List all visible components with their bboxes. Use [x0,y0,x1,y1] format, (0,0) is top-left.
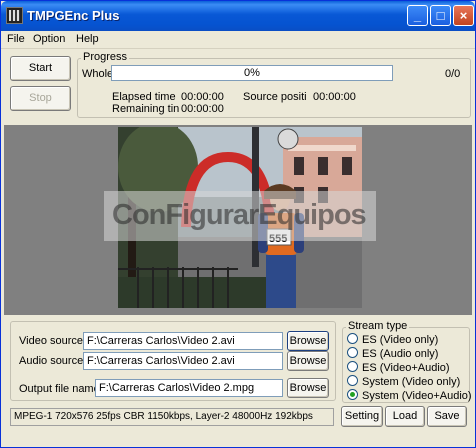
stream-type-label: Stream type [346,320,410,332]
whole-label: Whole [82,68,114,80]
elapsed-time-value: 00:00:00 [181,91,224,103]
progress-count: 0/0 [445,68,461,80]
menu-option[interactable]: Option [33,33,65,45]
audio-source-field[interactable]: F:\Carreras Carlos\Video 2.avi [83,352,283,370]
source-position-label: Source positi [243,91,307,103]
radio-circle [347,375,358,386]
radio-circle [347,347,358,358]
browse-audio-button[interactable]: Browse [287,351,329,371]
whole-progress-bar: 0% [111,65,393,81]
radio-label: ES (Video+Audio) [362,362,450,374]
minimize-button[interactable]: _ [407,5,428,26]
menu-file[interactable]: File [7,33,25,45]
progress-group-label: Progress [81,51,130,63]
video-source-label: Video source: [19,335,87,347]
preview-area: 555 ConFigurarEquipos [4,125,472,315]
maximize-button[interactable]: □ [430,5,451,26]
radio-circle-selected [347,389,358,400]
remaining-time-value: 00:00:00 [181,103,224,115]
status-bar: MPEG-1 720x576 25fps CBR 1150kbps, Layer… [10,408,334,426]
load-button[interactable]: Load [385,406,425,427]
audio-source-label: Audio source: [19,355,87,367]
browse-output-button[interactable]: Browse [287,378,329,398]
watermark-text: ConFigurarEquipos [112,199,367,231]
menu-help[interactable]: Help [76,33,99,45]
save-button[interactable]: Save [427,406,467,427]
start-button[interactable]: Start [10,56,71,81]
elapsed-time-label: Elapsed time [112,91,176,103]
radio-system-video-only[interactable]: System (Video only) [347,375,460,388]
radio-label: ES (Video only) [362,334,439,346]
main-window: TMPGEnc Plus _ □ × File Option Help Star… [0,0,476,448]
browse-video-button[interactable]: Browse [287,331,329,351]
radio-es-audio-only[interactable]: ES (Audio only) [347,347,438,360]
output-file-field[interactable]: F:\Carreras Carlos\Video 2.mpg [95,379,283,397]
video-source-field[interactable]: F:\Carreras Carlos\Video 2.avi [83,332,283,350]
radio-circle [347,333,358,344]
radio-es-video-only[interactable]: ES (Video only) [347,333,438,346]
stop-button[interactable]: Stop [10,86,71,111]
progress-percent: 0% [244,67,260,79]
window-title: TMPGEnc Plus [27,8,120,23]
radio-label: ES (Audio only) [362,348,439,360]
radio-circle [347,361,358,372]
close-button[interactable]: × [453,5,474,26]
radio-system-video-audio[interactable]: System (Video+Audio) [347,389,472,402]
radio-label: System (Video+Audio) [362,390,472,402]
radio-es-video-audio[interactable]: ES (Video+Audio) [347,361,450,374]
app-icon [6,7,23,24]
setting-button[interactable]: Setting [341,406,383,427]
menu-bar: File Option Help [1,31,475,49]
source-position-value: 00:00:00 [313,91,356,103]
remaining-time-label: Remaining tin [112,103,180,115]
radio-label: System (Video only) [362,376,461,388]
title-bar[interactable]: TMPGEnc Plus _ □ × [1,1,475,31]
output-file-label: Output file name: [19,383,103,395]
